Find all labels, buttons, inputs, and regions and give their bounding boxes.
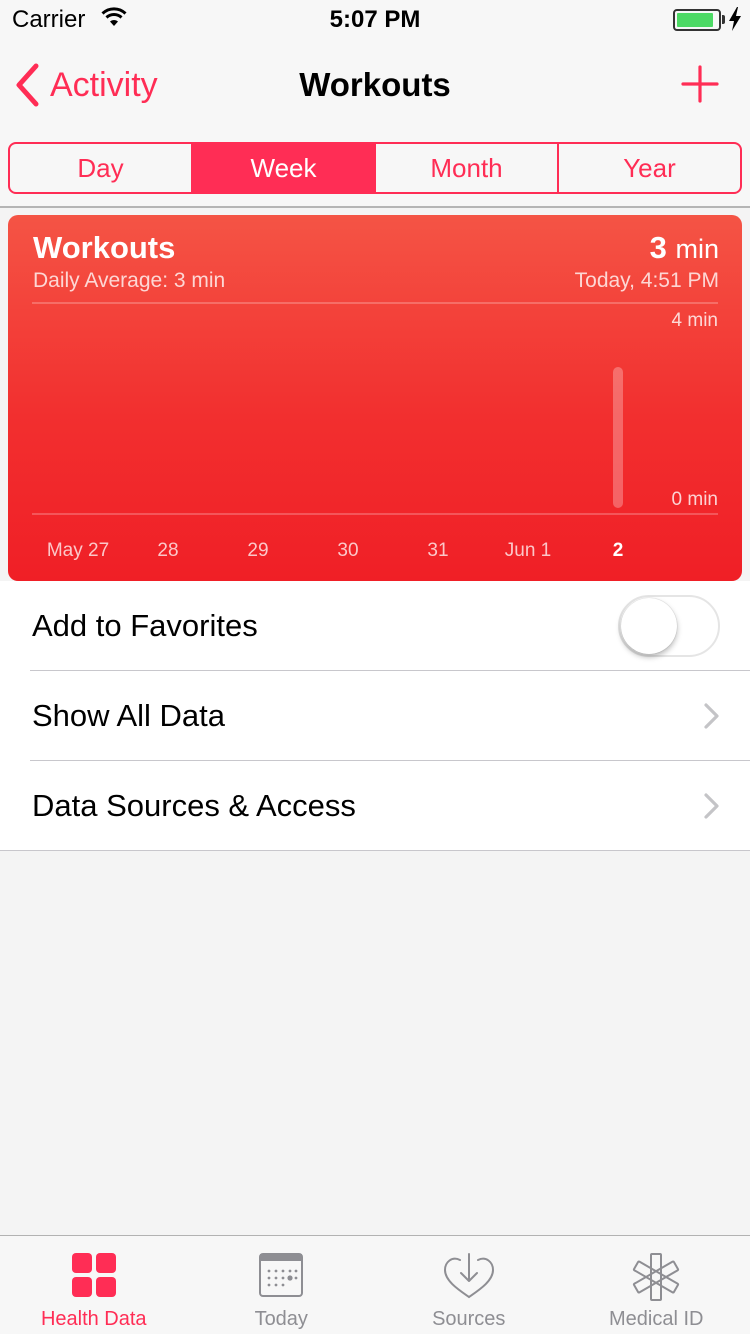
chart-bar [613,367,623,508]
plus-icon[interactable] [680,64,720,104]
battery-tip [722,15,725,24]
tab-label: Health Data [40,1308,147,1330]
tab-sources[interactable]: Sources [375,1236,563,1334]
grid-icon [71,1253,116,1297]
toggle-knob [621,598,677,654]
segment-week[interactable]: Week [193,144,376,192]
charging-bolt-icon [729,7,741,31]
x-tick-label: 29 [247,540,268,561]
chevron-right-icon [704,703,719,729]
chevron-right-icon [704,793,719,819]
data-sources-row[interactable]: Data Sources & Access [0,761,750,851]
navigation-bar: Activity Workouts [0,40,750,128]
status-time: 5:07 PM [329,6,421,33]
y-tick-label-max: 4 min [672,310,718,331]
back-button[interactable]: Activity [14,62,158,108]
battery-level [677,13,713,27]
x-tick-label: Jun 1 [505,540,551,561]
favorites-toggle[interactable] [618,595,720,657]
heart-download-icon [443,1253,494,1299]
tab-label: Sources [432,1308,506,1330]
tab-health-data[interactable]: Health Data [0,1236,188,1334]
options-list: Add to Favorites Show All Data Data Sour… [0,581,750,851]
x-tick-label: 28 [157,540,178,561]
segment-month[interactable]: Month [376,144,559,192]
calendar-icon [259,1253,304,1297]
time-range-segmented-control: Day Week Month Year [8,142,742,194]
segment-year[interactable]: Year [559,144,740,192]
back-button-label: Activity [50,65,158,104]
workouts-chart-card[interactable]: Workouts Daily Average: 3 min 3 min Toda… [8,215,742,581]
x-tick-label: May 27 [47,540,109,561]
segment-day[interactable]: Day [10,144,193,192]
y-tick-label-min: 0 min [672,489,718,510]
show-all-data-label: Show All Data [32,698,225,733]
tab-label: Today [254,1308,308,1330]
medical-star-icon [633,1253,680,1301]
x-tick-label: 31 [427,540,448,561]
tab-label: Medical ID [609,1308,704,1330]
tab-medical-id[interactable]: Medical ID [563,1236,750,1334]
status-bar: Carrier 5:07 PM [0,0,750,40]
chevron-left-icon [16,63,39,107]
add-to-favorites-label: Add to Favorites [32,608,258,643]
data-sources-label: Data Sources & Access [32,788,356,823]
x-tick-label: 2 [613,540,624,561]
show-all-data-row[interactable]: Show All Data [0,671,750,761]
x-tick-label: 30 [337,540,358,561]
segment-bar: Day Week Month Year [0,128,750,208]
battery-icon [673,9,721,31]
add-to-favorites-row: Add to Favorites [0,581,750,671]
workouts-bar-chart: 4 min 0 min May 27 28 29 30 31 Jun 1 2 [32,302,718,561]
tab-bar: Health Data Today Sources Medical ID [0,1235,750,1334]
tab-today[interactable]: Today [188,1236,376,1334]
